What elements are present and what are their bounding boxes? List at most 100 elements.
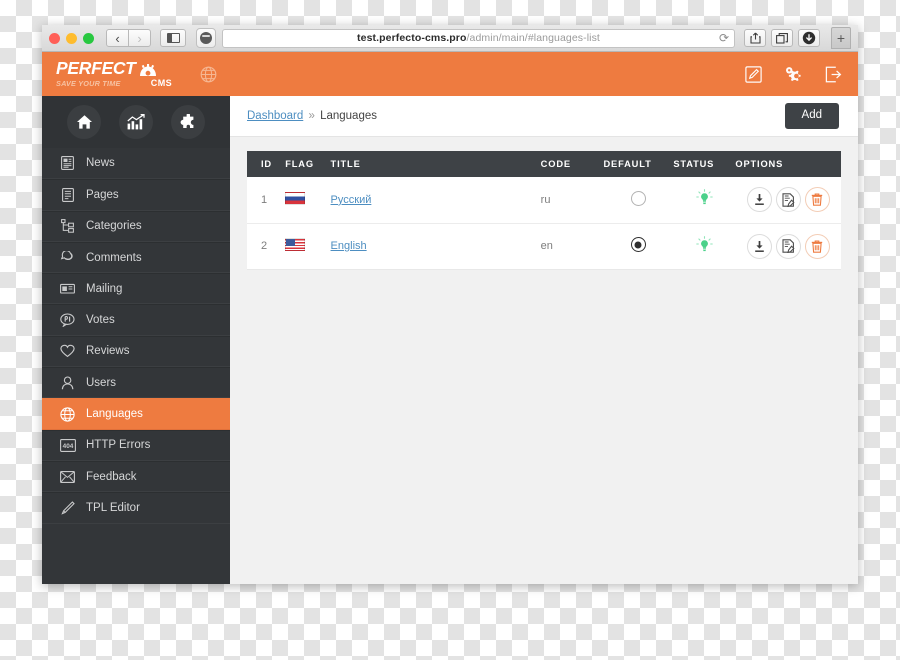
- sidebar-item-label: Mailing: [86, 282, 123, 295]
- cell-options: [735, 223, 841, 270]
- logo-main-text: PERFECT: [56, 57, 136, 78]
- maximize-window-button[interactable]: [83, 32, 94, 44]
- sidebar-item-tpl-editor[interactable]: TPL Editor: [42, 492, 230, 524]
- favicon-button[interactable]: [196, 28, 216, 48]
- show-tabs-button[interactable]: [771, 29, 793, 47]
- header-globe-icon[interactable]: [200, 66, 217, 83]
- chevron-left-icon: ‹: [115, 30, 120, 46]
- sidebar-item-languages[interactable]: Languages: [42, 398, 230, 430]
- share-button[interactable]: [744, 29, 766, 47]
- cell-id: 1: [247, 177, 286, 224]
- column-header-id: ID: [247, 151, 286, 177]
- window-controls: [49, 32, 94, 44]
- sidebar-item-reviews[interactable]: Reviews: [42, 335, 230, 368]
- sidebar-quick-actions: [42, 96, 230, 148]
- close-window-button[interactable]: [49, 32, 60, 44]
- sidebar-menu: News Pages Categories Comments Mailing V…: [42, 148, 230, 524]
- home-icon: [76, 115, 92, 129]
- quick-modules-button[interactable]: [171, 105, 205, 139]
- download-button[interactable]: [746, 187, 772, 213]
- add-button[interactable]: Add: [784, 103, 839, 129]
- sidebar-item-http-errors[interactable]: 404 HTTP Errors: [42, 429, 230, 461]
- address-bar[interactable]: test.perfecto-cms.pro/admin/main/#langua…: [222, 28, 735, 48]
- chevron-right-icon: ›: [137, 30, 142, 46]
- trash-icon: [811, 240, 823, 253]
- sidebar-toggle-button[interactable]: [160, 29, 186, 47]
- main-content: Dashboard » Languages Add ID FLAG TITLE …: [230, 96, 858, 584]
- table-row: 1 Русский ru: [247, 177, 841, 224]
- breadcrumb-separator: »: [308, 110, 315, 122]
- quick-home-button[interactable]: [67, 105, 101, 139]
- table-body: 1 Русский ru 2 English en: [247, 177, 841, 270]
- edit-button[interactable]: [775, 233, 801, 259]
- row-options: [746, 187, 830, 213]
- toolbar-actions: +: [744, 27, 851, 49]
- news-icon: [58, 156, 77, 171]
- vote-icon: [58, 313, 77, 328]
- delete-button[interactable]: [804, 187, 830, 213]
- quick-statistics-button[interactable]: [119, 105, 153, 139]
- lightbulb-icon[interactable]: [696, 235, 713, 254]
- bar-chart-icon: [127, 114, 145, 130]
- settings-button[interactable]: [784, 66, 803, 83]
- sidebar-item-pages[interactable]: Pages: [42, 179, 230, 211]
- downloads-button[interactable]: [798, 29, 820, 47]
- download-button[interactable]: [746, 233, 772, 259]
- table-header-row: ID FLAG TITLE CODE DEFAULT STATUS OPTION…: [247, 151, 841, 177]
- gear-icon: [786, 66, 801, 81]
- language-title-link[interactable]: Русский: [331, 194, 372, 206]
- browser-window: ‹ › test.perfecto-cms.pro/admin/main/#la…: [42, 25, 858, 584]
- cell-title: English: [330, 223, 541, 270]
- new-tab-button[interactable]: +: [831, 27, 851, 49]
- sidebar-item-comments[interactable]: Comments: [42, 241, 230, 274]
- sidebar-item-feedback[interactable]: Feedback: [42, 460, 230, 493]
- default-radio[interactable]: [630, 237, 646, 252]
- plus-icon: +: [836, 30, 846, 46]
- languages-table: ID FLAG TITLE CODE DEFAULT STATUS OPTION…: [247, 151, 841, 270]
- sidebar-item-label: Languages: [86, 408, 143, 421]
- sidebar-item-mailing[interactable]: Mailing: [42, 273, 230, 305]
- logo-subline: SAVE YOUR TIME CMS: [56, 79, 172, 88]
- document-edit-icon: [782, 239, 795, 253]
- app-body: News Pages Categories Comments Mailing V…: [42, 96, 858, 584]
- reload-icon[interactable]: ⟳: [719, 32, 729, 44]
- pencil-square-icon: [745, 65, 762, 83]
- url-path: /admin/main/#languages-list: [466, 32, 600, 44]
- download-circle-icon: [802, 31, 816, 45]
- sidebar-item-news[interactable]: News: [42, 148, 230, 180]
- cell-flag: [285, 223, 331, 270]
- cell-code: ru: [540, 177, 604, 224]
- logo-cms-text: CMS: [150, 78, 172, 89]
- sidebar-item-label: Votes: [86, 314, 115, 327]
- site-favicon-icon: [200, 32, 212, 44]
- breadcrumb-bar: Dashboard » Languages Add: [230, 96, 858, 137]
- logo-tagline: SAVE YOUR TIME: [56, 79, 121, 89]
- sidebar-item-label: News: [86, 157, 115, 170]
- minimize-window-button[interactable]: [66, 32, 77, 44]
- cell-status: [673, 177, 736, 224]
- cell-flag: [285, 177, 331, 224]
- column-header-title: TITLE: [330, 151, 541, 177]
- edit-site-button[interactable]: [745, 65, 762, 83]
- column-header-options: OPTIONS: [735, 151, 841, 177]
- sidebar-item-label: TPL Editor: [86, 501, 140, 514]
- svg-text:404: 404: [62, 443, 73, 450]
- cell-title: Русский: [330, 177, 541, 224]
- lightbulb-icon[interactable]: [696, 189, 713, 207]
- logo-gear-icon: [138, 63, 158, 76]
- sidebar-item-categories[interactable]: Categories: [42, 210, 230, 242]
- edit-button[interactable]: [775, 187, 801, 213]
- pen-icon: [58, 501, 77, 515]
- forward-button[interactable]: ›: [128, 29, 151, 47]
- breadcrumb-dashboard-link[interactable]: Dashboard: [247, 110, 303, 122]
- error-404-icon: 404: [58, 438, 77, 452]
- language-title-link[interactable]: English: [331, 240, 367, 252]
- delete-button[interactable]: [804, 233, 830, 259]
- sidebar-item-votes[interactable]: Votes: [42, 304, 230, 336]
- app-logo[interactable]: PERFECT SAVE YOUR TIME CMS: [56, 57, 172, 89]
- default-radio[interactable]: [630, 190, 646, 206]
- languages-table-wrap: ID FLAG TITLE CODE DEFAULT STATUS OPTION…: [230, 137, 858, 270]
- back-button[interactable]: ‹: [106, 29, 129, 47]
- sidebar-item-users[interactable]: Users: [42, 367, 230, 399]
- logout-button[interactable]: [825, 66, 842, 83]
